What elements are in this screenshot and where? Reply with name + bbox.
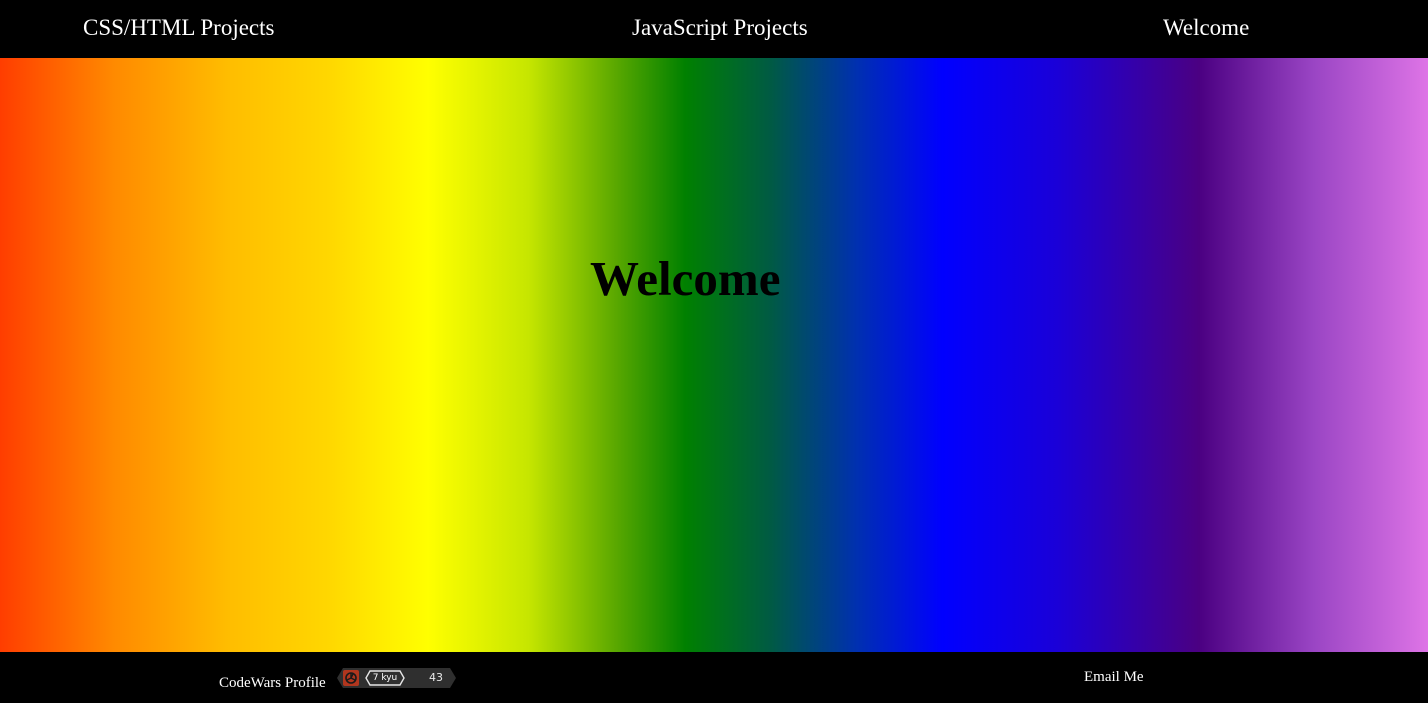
footer: CodeWars Profile 7 kyu 43 Email Me	[0, 652, 1428, 703]
rank-badge: 7 kyu	[365, 670, 405, 686]
top-navigation: CSS/HTML Projects JavaScript Projects We…	[0, 0, 1428, 58]
nav-link-css-html-projects[interactable]: CSS/HTML Projects	[83, 14, 274, 42]
rainbow-hero-section: Welcome	[0, 58, 1428, 652]
rank-label: 7 kyu	[372, 673, 398, 683]
honor-value: 43	[429, 671, 443, 684]
codewars-badge[interactable]: 7 kyu 43	[337, 668, 456, 688]
nav-link-javascript-projects[interactable]: JavaScript Projects	[632, 14, 808, 42]
email-me-link[interactable]: Email Me	[1084, 668, 1144, 686]
codewars-logo-icon	[343, 670, 359, 686]
page-title: Welcome	[590, 251, 781, 306]
nav-link-welcome[interactable]: Welcome	[1163, 14, 1249, 42]
codewars-profile-link[interactable]: CodeWars Profile	[219, 674, 326, 692]
